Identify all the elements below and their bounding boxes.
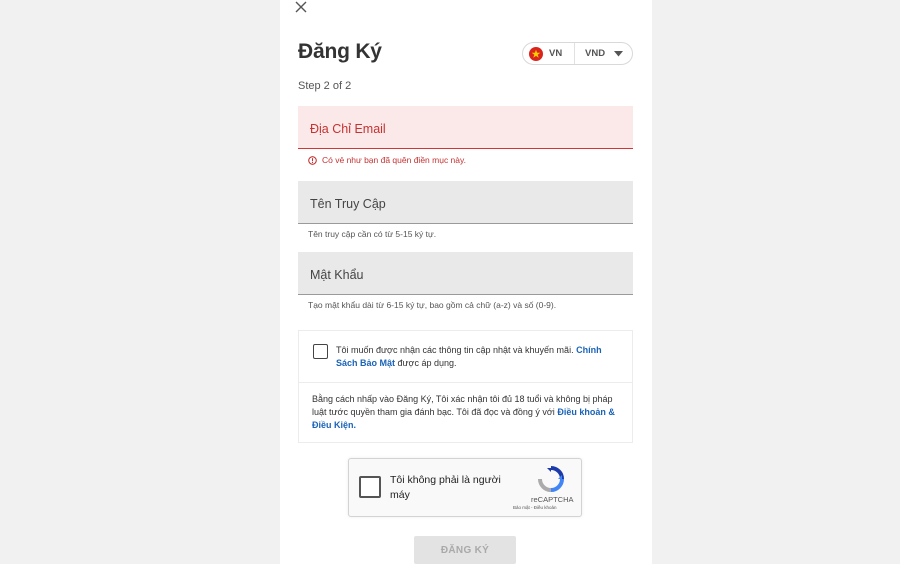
opt-in-suffix: được áp dụng. bbox=[397, 358, 457, 368]
step-indicator: Step 2 of 2 bbox=[298, 80, 352, 92]
recaptcha-logo-icon bbox=[538, 466, 564, 492]
close-button[interactable] bbox=[292, 0, 310, 16]
country-code: VN bbox=[549, 48, 563, 59]
locale-selector[interactable]: VN VND bbox=[522, 42, 633, 65]
email-field[interactable]: Địa Chỉ Email bbox=[298, 106, 633, 149]
username-placeholder: Tên Truy Cập bbox=[310, 197, 386, 211]
vietnam-flag-icon bbox=[529, 46, 543, 61]
recaptcha-label: Tôi không phải là người máy bbox=[390, 474, 501, 501]
recaptcha-privacy-terms-links[interactable]: Bảo mật - Điều khoản bbox=[513, 505, 557, 510]
recaptcha-checkbox[interactable] bbox=[359, 476, 381, 498]
consent-box: Tôi muốn được nhận các thông tin cập nhậ… bbox=[298, 330, 633, 443]
password-placeholder: Mật Khẩu bbox=[310, 268, 364, 282]
email-error-text: Có vẻ như bạn đã quên điền mục này. bbox=[322, 155, 466, 165]
email-error-message: Có vẻ như bạn đã quên điền mục này. bbox=[308, 155, 466, 165]
password-hint: Tạo mật khẩu dài từ 6-15 ký tự, bao gồm … bbox=[308, 300, 557, 310]
email-placeholder: Địa Chỉ Email bbox=[310, 122, 386, 136]
close-icon bbox=[295, 1, 307, 13]
terms-text: Bằng cách nhấp vào Đăng Ký, Tôi xác nhận… bbox=[312, 393, 622, 432]
signup-modal: Đăng Ký VN VND Step 2 of 2 Địa Chỉ Email bbox=[280, 0, 652, 564]
page-title: Đăng Ký bbox=[298, 40, 382, 63]
currency-code: VND bbox=[585, 48, 606, 59]
opt-in-label: Tôi muốn được nhận các thông tin cập nhậ… bbox=[336, 345, 574, 355]
error-icon bbox=[308, 155, 317, 165]
password-field[interactable]: Mật Khẩu bbox=[298, 252, 633, 295]
country-selector[interactable]: VN bbox=[523, 43, 575, 64]
recaptcha-brand: reCAPTCHA bbox=[531, 495, 574, 504]
currency-selector[interactable]: VND bbox=[575, 48, 632, 59]
username-hint: Tên truy cập cần có từ 5-15 ký tự. bbox=[308, 229, 437, 239]
username-field[interactable]: Tên Truy Cập bbox=[298, 181, 633, 224]
promotions-checkbox[interactable] bbox=[313, 344, 328, 359]
register-button[interactable]: ĐĂNG KÝ bbox=[414, 536, 516, 564]
consent-divider bbox=[299, 382, 632, 383]
promotions-opt-in-text: Tôi muốn được nhận các thông tin cập nhậ… bbox=[336, 344, 621, 370]
recaptcha-widget: Tôi không phải là người máy reCAPTCHA Bả… bbox=[348, 458, 582, 517]
caret-down-icon bbox=[614, 50, 623, 56]
